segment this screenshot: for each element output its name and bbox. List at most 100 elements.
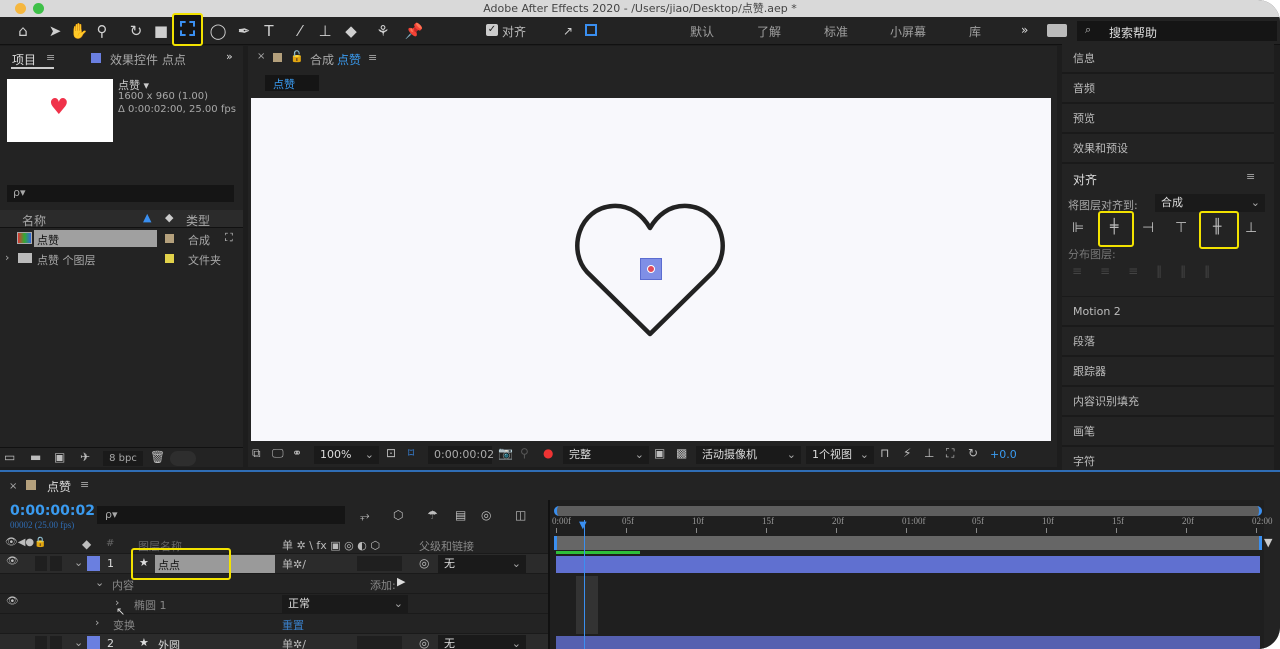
- tab-effect-controls[interactable]: 效果控件 点点: [110, 51, 186, 68]
- layer-row-1[interactable]: 👁 ⌄ 1 ★ 点点 单✲/ ◎ 无 ⌄: [0, 548, 548, 580]
- time-navigator[interactable]: [554, 506, 1262, 516]
- lock-switch[interactable]: [50, 556, 62, 571]
- reset-link[interactable]: 重置: [282, 617, 304, 633]
- layer-2-duration-bar[interactable]: [556, 636, 1260, 649]
- clone-stamp-icon[interactable]: ⊥: [314, 20, 336, 42]
- frame-blending-icon[interactable]: ▤: [455, 508, 466, 522]
- eraser-icon[interactable]: ◆: [340, 20, 362, 42]
- draft-3d-icon[interactable]: ⚡: [903, 446, 911, 460]
- minimize-button[interactable]: [15, 3, 26, 14]
- hand-icon[interactable]: ✋: [68, 20, 90, 42]
- workspace-standard[interactable]: 标准: [824, 23, 848, 40]
- graph-editor-icon[interactable]: ◫: [515, 508, 526, 522]
- new-composition-icon[interactable]: ▣: [54, 450, 65, 464]
- expand-chevron-icon[interactable]: ›: [95, 616, 99, 629]
- region-of-interest-icon[interactable]: ⌑: [408, 446, 414, 460]
- panel-info[interactable]: 信息: [1062, 44, 1274, 73]
- parent-dropdown[interactable]: 无 ⌄: [438, 635, 526, 649]
- new-folder-icon[interactable]: ▬: [30, 450, 41, 464]
- flowchart-icon[interactable]: ⛶: [946, 446, 954, 461]
- close-tab-icon[interactable]: ×: [9, 481, 17, 492]
- workspaces-overflow[interactable]: »: [1021, 23, 1028, 37]
- composition-mini-flowchart-icon[interactable]: ⥅: [360, 508, 370, 523]
- pixel-aspect-icon[interactable]: ⊓: [880, 446, 889, 460]
- flowchart-icon[interactable]: ⛶: [225, 231, 233, 245]
- panel-preview[interactable]: 预览: [1062, 104, 1274, 133]
- always-preview-icon[interactable]: ⧉: [252, 446, 261, 461]
- pick-whip-icon[interactable]: ◎: [419, 636, 429, 649]
- dot-layer-selection[interactable]: [640, 258, 662, 280]
- current-time-display[interactable]: 0:00:00:02: [428, 446, 494, 464]
- panel-menu-icon[interactable]: ≡: [368, 51, 377, 64]
- selection-icon[interactable]: ➤: [44, 20, 66, 42]
- tab-project[interactable]: 项目: [12, 51, 36, 68]
- align-top-icon[interactable]: ⊤: [1175, 220, 1187, 236]
- panel-paint[interactable]: 画笔: [1062, 417, 1274, 446]
- project-item-comp[interactable]: 点赞 合成 ⛶: [0, 229, 243, 248]
- sync-settings-icon[interactable]: [1047, 24, 1067, 37]
- camera-view-dropdown[interactable]: 活动摄像机 ⌄: [696, 446, 801, 464]
- color-channels-icon[interactable]: ●: [543, 446, 553, 460]
- panel-audio[interactable]: 音频: [1062, 74, 1274, 103]
- camera-icon[interactable]: ■: [150, 20, 172, 42]
- align-to-dropdown[interactable]: 合成 ⌄: [1155, 194, 1265, 212]
- contents-row[interactable]: ⌄ 内容 添加: ▶: [0, 574, 548, 594]
- lock-switch[interactable]: [50, 636, 62, 649]
- add-menu-button[interactable]: ▶: [397, 575, 405, 588]
- sort-ascending-icon[interactable]: ▲: [143, 211, 151, 224]
- column-name[interactable]: 名称: [22, 212, 46, 229]
- workspace-default[interactable]: 默认: [690, 23, 714, 40]
- panel-motion2[interactable]: Motion 2: [1062, 297, 1274, 326]
- motion-blur-icon[interactable]: ◎: [481, 508, 491, 522]
- work-area-bar[interactable]: [554, 536, 1262, 550]
- zoom-icon[interactable]: ⚲: [91, 20, 113, 42]
- workspace-small-screen[interactable]: 小屏幕: [890, 23, 926, 40]
- view-layout-dropdown[interactable]: 1个视图 ⌄: [806, 446, 874, 464]
- panel-menu-icon[interactable]: ≡: [1246, 170, 1255, 183]
- layer-1-duration-bar[interactable]: [556, 556, 1260, 573]
- collapse-chevron-icon[interactable]: ⌄: [74, 556, 83, 569]
- render-queue-icon[interactable]: ✈: [80, 450, 90, 464]
- panel-menu-icon[interactable]: ≡: [46, 51, 55, 64]
- layer-switches-icons[interactable]: 单✲/: [282, 636, 306, 649]
- layer-row-2[interactable]: ⌄ 2 ★ 外圆 单✲/ ◎ 无 ⌄: [0, 634, 548, 649]
- brush-icon[interactable]: ⁄: [289, 20, 311, 42]
- close-tab-icon[interactable]: ×: [257, 51, 265, 62]
- panel-effects-presets[interactable]: 效果和预设: [1062, 134, 1274, 163]
- align-checkbox[interactable]: ✓: [486, 24, 498, 36]
- visibility-eye-icon[interactable]: 👁: [6, 596, 19, 607]
- distribute-buttons[interactable]: ≡≡≡‖‖‖: [1072, 264, 1228, 278]
- collapse-chevron-icon[interactable]: ⌄: [74, 636, 83, 649]
- ellipse-icon[interactable]: ◯: [207, 20, 229, 42]
- current-time[interactable]: 0:00:00:02: [10, 503, 95, 519]
- roto-brush-icon[interactable]: ⚘: [372, 20, 394, 42]
- layer-switches-icons[interactable]: 单✲/: [282, 556, 306, 572]
- magnification-dropdown[interactable]: 100% ⌄: [314, 446, 379, 464]
- lock-icon[interactable]: 🔓: [290, 50, 304, 63]
- anchor-point-tool-highlight[interactable]: [172, 13, 203, 46]
- solo-switch[interactable]: [35, 636, 47, 649]
- snap-features-icon[interactable]: [585, 24, 597, 36]
- draft-3d-icon[interactable]: ⬡: [393, 508, 403, 522]
- composition-viewer[interactable]: [251, 98, 1051, 441]
- layer-switch-boxes[interactable]: [357, 556, 402, 571]
- interpret-footage-icon[interactable]: ▭: [4, 450, 15, 464]
- transparency-grid-icon[interactable]: ▩: [676, 446, 687, 460]
- panel-menu-icon[interactable]: ≡: [80, 478, 89, 491]
- panel-content-aware-fill[interactable]: 内容识别填充: [1062, 387, 1274, 416]
- type-icon[interactable]: T: [258, 20, 280, 42]
- align-bottom-icon[interactable]: ⊥: [1245, 220, 1257, 236]
- fast-previews-icon[interactable]: ▣: [654, 446, 665, 460]
- label-tag-icon[interactable]: ◆: [165, 211, 173, 224]
- comp-tab-name[interactable]: 点赞: [337, 51, 361, 68]
- project-search-input[interactable]: ρ▾: [7, 185, 234, 202]
- align-horizontal-center-button[interactable]: ╪: [1098, 211, 1134, 247]
- resolution-dropdown[interactable]: 完整 ⌄: [563, 446, 649, 464]
- panel-tracker[interactable]: 跟踪器: [1062, 357, 1274, 386]
- exposure-value[interactable]: +0.0: [990, 448, 1017, 461]
- pen-icon[interactable]: ✒: [233, 20, 255, 42]
- thumbnail-toggle[interactable]: [170, 451, 196, 466]
- bit-depth-button[interactable]: 8 bpc: [103, 451, 143, 466]
- label-color[interactable]: [165, 254, 174, 263]
- layer-label-color[interactable]: [87, 556, 100, 571]
